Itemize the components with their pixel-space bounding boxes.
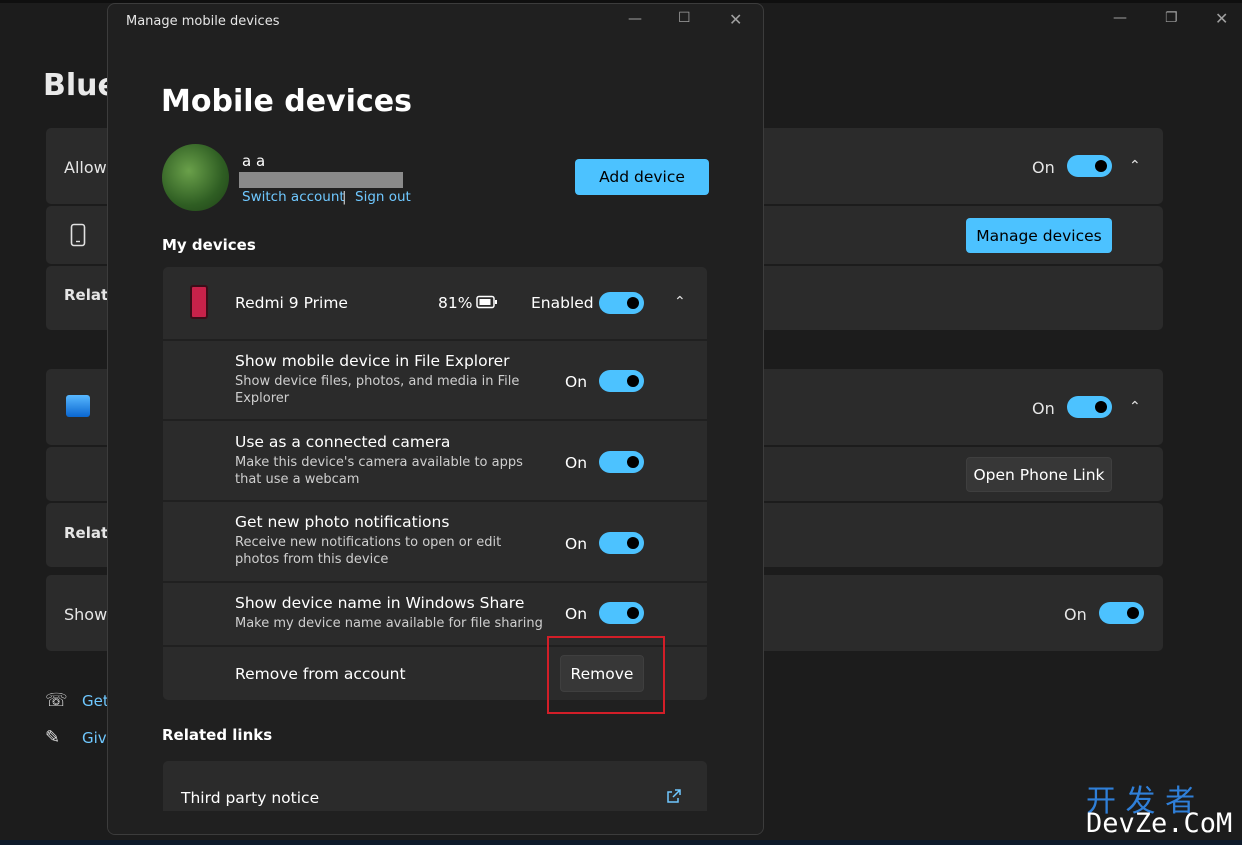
taskbar-edge (0, 840, 1242, 845)
feedback-icon: ✎ (45, 727, 61, 748)
device-name: Redmi 9 Prime (235, 294, 348, 312)
redacted-email (239, 172, 403, 188)
setting-description: Show device files, photos, and media in … (235, 374, 520, 406)
related-links-label: Related links (162, 726, 273, 744)
device-header-row[interactable]: Redmi 9 Prime 81% Enabled ⌃ (163, 267, 707, 339)
photo-notifications-toggle[interactable] (599, 532, 644, 554)
setting-state: On (565, 454, 588, 472)
show-state-label: On (1064, 605, 1087, 624)
remove-label: Remove from account (235, 665, 406, 683)
dialog-maximize-icon[interactable]: ☐ (678, 10, 691, 26)
allow-state-label: On (1032, 158, 1055, 177)
setting-description: Make my device name available for file s… (235, 616, 543, 631)
minimize-icon[interactable]: — (1113, 10, 1127, 26)
setting-state: On (565, 373, 588, 391)
windows-share-toggle[interactable] (599, 602, 644, 624)
show-row-label: Show (64, 605, 108, 624)
battery-percent: 81% (438, 294, 473, 312)
device-phone-icon (190, 285, 208, 319)
external-link-icon (667, 789, 681, 803)
sign-out-link[interactable]: Sign out (355, 189, 411, 205)
manage-mobile-devices-dialog: Manage mobile devices — ☐ ✕ Mobile devic… (107, 3, 764, 835)
device-status: Enabled (531, 294, 594, 312)
dialog-bottom-fade (108, 811, 763, 834)
setting-description: Make this device's camera available to a… (235, 455, 523, 487)
allow-row-label: Allow (64, 158, 107, 177)
switch-account-link[interactable]: Switch account (242, 189, 345, 205)
chevron-up-icon[interactable]: ⌃ (1129, 158, 1141, 174)
help-icon: ☏ (45, 690, 68, 711)
allow-toggle[interactable] (1067, 155, 1112, 177)
setting-title: Show device name in Windows Share (235, 594, 525, 612)
dialog-title: Manage mobile devices (126, 14, 280, 29)
restore-icon[interactable]: ❐ (1165, 10, 1178, 26)
avatar (162, 144, 229, 211)
my-devices-label: My devices (162, 236, 256, 254)
chevron-up-icon[interactable]: ⌃ (1129, 399, 1141, 415)
setting-row: Get new photo notifications Receive new … (163, 502, 707, 581)
phone-link-state-label: On (1032, 399, 1055, 418)
third-party-notice-link[interactable]: Third party notice (181, 789, 319, 807)
setting-title: Get new photo notifications (235, 513, 450, 531)
highlight-box (547, 636, 665, 714)
connected-camera-toggle[interactable] (599, 451, 644, 473)
device-enabled-toggle[interactable] (599, 292, 644, 314)
show-toggle[interactable] (1099, 602, 1144, 624)
account-name: a a (242, 152, 266, 170)
battery-icon (476, 295, 497, 309)
dialog-close-icon[interactable]: ✕ (729, 10, 742, 29)
manage-devices-button[interactable]: Manage devices (966, 218, 1112, 253)
add-device-button[interactable]: Add device (575, 159, 709, 195)
phone-link-toggle[interactable] (1067, 396, 1112, 418)
chevron-up-icon[interactable]: ⌃ (674, 294, 686, 310)
link-separator: | (342, 189, 347, 205)
phone-link-icon (66, 395, 90, 417)
setting-row: Show mobile device in File Explorer Show… (163, 341, 707, 419)
watermark-en: DevZe.CoM (1086, 808, 1233, 839)
third-party-notice-row[interactable]: Third party notice (163, 761, 707, 811)
setting-state: On (565, 535, 588, 553)
file-explorer-toggle[interactable] (599, 370, 644, 392)
setting-title: Use as a connected camera (235, 433, 451, 451)
dialog-minimize-icon[interactable]: — (628, 11, 642, 27)
setting-row: Use as a connected camera Make this devi… (163, 421, 707, 500)
dialog-heading: Mobile devices (161, 84, 412, 119)
setting-description: Receive new notifications to open or edi… (235, 535, 502, 567)
close-icon[interactable]: ✕ (1215, 9, 1228, 28)
setting-title: Show mobile device in File Explorer (235, 352, 510, 370)
open-phone-link-button[interactable]: Open Phone Link (966, 457, 1112, 492)
get-help-link[interactable]: Get (82, 692, 109, 710)
setting-state: On (565, 605, 588, 623)
phone-icon (70, 223, 86, 247)
